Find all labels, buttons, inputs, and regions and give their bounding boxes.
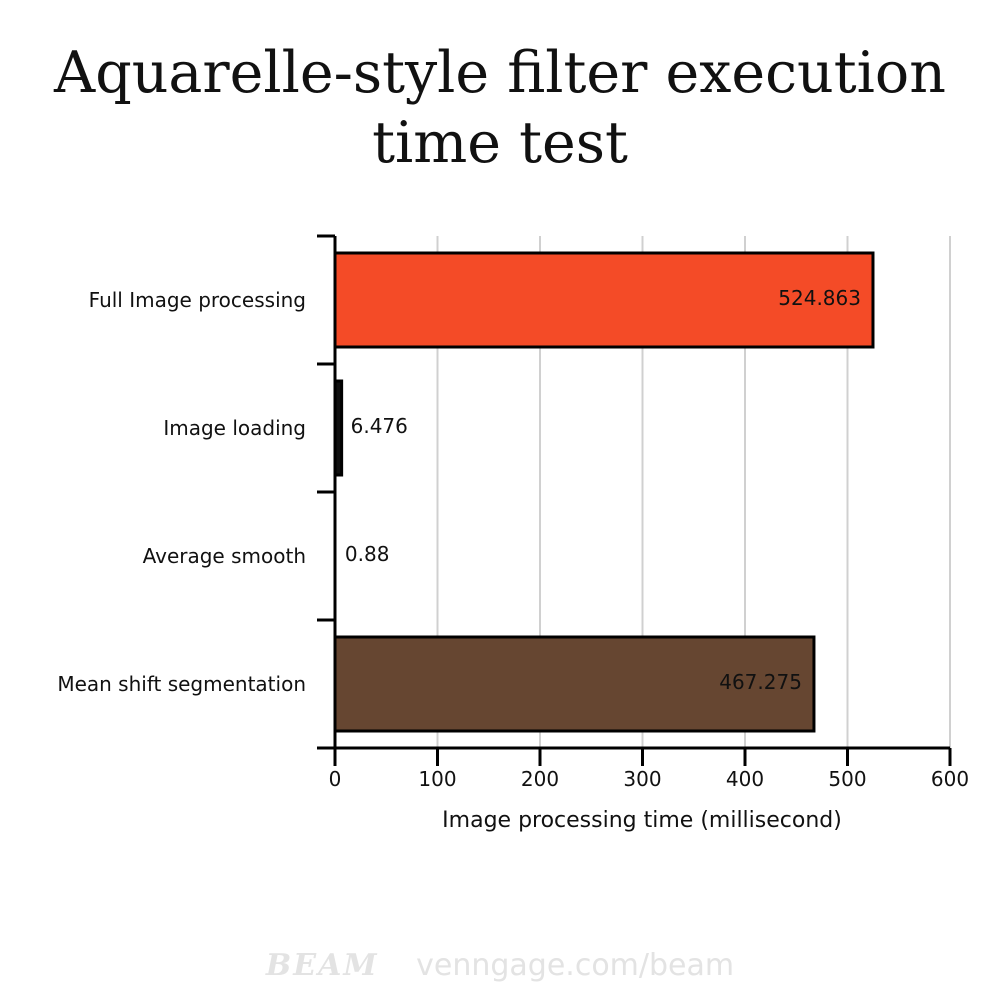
x-tick-label: 300 <box>623 767 661 791</box>
bar-chart: Full Image processing Image loading Averag… <box>57 234 969 833</box>
footer-url: venngage.com/beam <box>416 948 735 983</box>
category-label: Image loading <box>163 416 306 440</box>
x-tick-label: 500 <box>828 767 866 791</box>
value-label: 467.275 <box>719 670 802 694</box>
x-tick-label: 200 <box>521 767 559 791</box>
x-tick-labels: 0 100 200 300 400 500 600 <box>329 767 969 791</box>
footer: BEAM venngage.com/beam <box>0 948 1000 983</box>
x-axis-title: Image processing time (millisecond) <box>442 808 842 833</box>
x-tick-label: 400 <box>726 767 764 791</box>
beam-logo: BEAM <box>265 948 379 983</box>
category-label: Average smooth <box>143 544 306 568</box>
value-label: 0.88 <box>345 542 390 566</box>
category-label: Full Image processing <box>89 288 306 312</box>
value-label: 6.476 <box>351 414 408 438</box>
category-labels: Full Image processing Image loading Averag… <box>57 288 306 696</box>
bars <box>333 251 875 733</box>
category-label: Mean shift segmentation <box>57 672 306 696</box>
value-label: 524.863 <box>778 286 861 310</box>
x-tick-label: 100 <box>418 767 456 791</box>
x-tick-label: 0 <box>329 767 342 791</box>
x-tick-label: 600 <box>931 767 969 791</box>
